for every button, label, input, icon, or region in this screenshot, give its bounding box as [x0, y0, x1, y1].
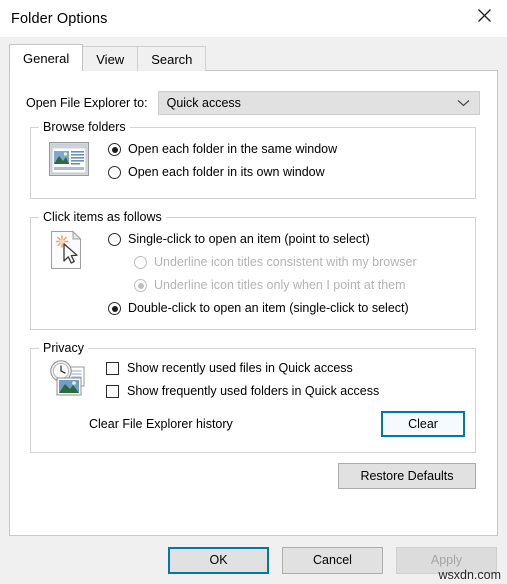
- checkbox-frequent-folders[interactable]: Show frequently used folders in Quick ac…: [106, 380, 467, 403]
- checkbox-indicator: [106, 362, 119, 375]
- browse-folders-options: Open each folder in the same window Open…: [108, 138, 467, 184]
- cancel-button-label: Cancel: [313, 553, 352, 567]
- chevron-down-icon: [457, 96, 470, 110]
- radio-single-click-label: Single-click to open an item (point to s…: [128, 233, 370, 246]
- radio-underline-browser-label: Underline icon titles consistent with my…: [154, 256, 417, 269]
- window-title: Folder Options: [0, 11, 108, 27]
- radio-indicator: [134, 256, 147, 269]
- radio-indicator: [134, 279, 147, 292]
- checkbox-recent-files[interactable]: Show recently used files in Quick access: [106, 357, 467, 380]
- radio-underline-point: Underline icon titles only when I point …: [108, 274, 467, 297]
- open-explorer-dropdown[interactable]: Quick access: [158, 91, 480, 115]
- radio-underline-point-label: Underline icon titles only when I point …: [154, 279, 406, 292]
- tab-strip: General View Search: [9, 45, 205, 71]
- click-items-group: Click items as follows: [30, 217, 476, 330]
- checkbox-recent-files-label: Show recently used files in Quick access: [127, 362, 353, 375]
- radio-open-same-window[interactable]: Open each folder in the same window: [108, 138, 467, 161]
- folder-window-preview-icon: [49, 142, 89, 176]
- radio-double-click[interactable]: Double-click to open an item (single-cli…: [108, 297, 467, 320]
- tab-search-label: Search: [151, 52, 192, 67]
- radio-underline-browser: Underline icon titles consistent with my…: [108, 251, 467, 274]
- ok-button-label: OK: [209, 553, 227, 567]
- close-icon[interactable]: [461, 0, 507, 31]
- click-items-legend: Click items as follows: [39, 210, 166, 224]
- open-explorer-label: Open File Explorer to:: [26, 96, 148, 110]
- open-explorer-row: Open File Explorer to: Quick access: [26, 91, 480, 115]
- apply-button: Apply: [396, 547, 497, 574]
- radio-open-same-window-label: Open each folder in the same window: [128, 143, 337, 156]
- click-items-options: Single-click to open an item (point to s…: [108, 228, 467, 320]
- clear-button-label: Clear: [408, 417, 438, 431]
- clock-documents-history-icon: [49, 360, 91, 398]
- tab-panel-general: Open File Explorer to: Quick access Brow…: [9, 70, 498, 536]
- tab-general-label: General: [23, 51, 69, 66]
- radio-double-click-label: Double-click to open an item (single-cli…: [128, 302, 409, 315]
- radio-indicator: [108, 233, 121, 246]
- ok-button[interactable]: OK: [168, 547, 269, 574]
- cancel-button[interactable]: Cancel: [282, 547, 383, 574]
- clear-history-row: Clear File Explorer history Clear: [89, 411, 465, 437]
- clear-history-label: Clear File Explorer history: [89, 417, 233, 431]
- radio-indicator: [108, 143, 121, 156]
- tab-search[interactable]: Search: [137, 46, 206, 71]
- radio-single-click[interactable]: Single-click to open an item (point to s…: [108, 228, 467, 251]
- privacy-checkboxes: Show recently used files in Quick access…: [106, 357, 467, 403]
- radio-indicator: [108, 302, 121, 315]
- tab-general[interactable]: General: [9, 44, 83, 71]
- privacy-group: Privacy: [30, 348, 476, 453]
- folder-options-dialog: Folder Options General View Search Open …: [0, 0, 507, 584]
- title-bar: Folder Options: [0, 0, 507, 37]
- dialog-footer: OK Cancel Apply: [0, 536, 507, 584]
- tab-view-label: View: [96, 52, 124, 67]
- browse-folders-group: Browse folders: [30, 127, 476, 199]
- checkbox-frequent-folders-label: Show frequently used folders in Quick ac…: [127, 385, 379, 398]
- browse-folders-legend: Browse folders: [39, 120, 130, 134]
- clear-button[interactable]: Clear: [381, 411, 465, 437]
- radio-open-own-window[interactable]: Open each folder in its own window: [108, 161, 467, 184]
- apply-button-label: Apply: [431, 553, 462, 567]
- open-explorer-value: Quick access: [167, 96, 241, 110]
- checkbox-indicator: [106, 385, 119, 398]
- radio-open-own-window-label: Open each folder in its own window: [128, 166, 325, 179]
- radio-indicator: [108, 166, 121, 179]
- document-click-cursor-icon: [49, 230, 85, 270]
- dialog-body: General View Search Open File Explorer t…: [0, 37, 507, 584]
- tab-view[interactable]: View: [82, 46, 138, 71]
- restore-defaults-button[interactable]: Restore Defaults: [338, 463, 476, 489]
- restore-defaults-label: Restore Defaults: [360, 469, 453, 483]
- privacy-legend: Privacy: [39, 341, 88, 355]
